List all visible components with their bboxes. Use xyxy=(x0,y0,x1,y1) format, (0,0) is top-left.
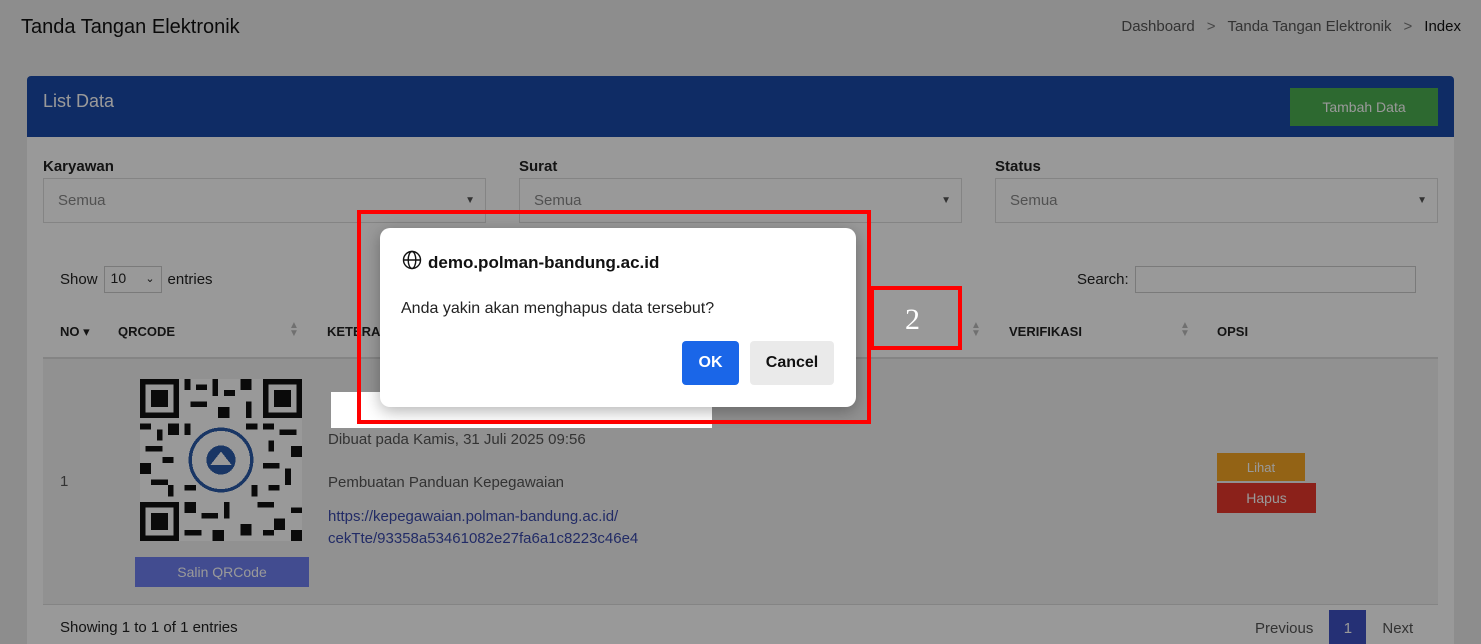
annotation-label: 2 xyxy=(905,303,920,336)
annotation-box xyxy=(357,210,871,424)
